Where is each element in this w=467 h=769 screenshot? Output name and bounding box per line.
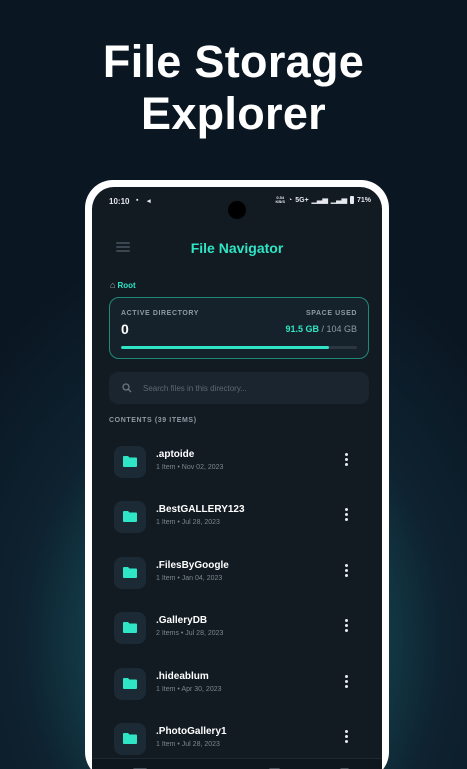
folder-icon: [114, 557, 146, 589]
more-vert-icon[interactable]: [342, 564, 350, 580]
item-name: .PhotoGallery1: [156, 726, 227, 737]
list-item[interactable]: .aptoide 1 Item • Nov 02, 2023: [92, 437, 382, 487]
notification-icon: ▪: [136, 197, 139, 204]
breadcrumb[interactable]: ⌂ Root: [110, 280, 136, 290]
more-vert-icon[interactable]: [342, 453, 350, 469]
folder-icon: [114, 446, 146, 478]
item-name: .GalleryDB: [156, 615, 208, 626]
app-screen: 10:10 ▪ ◂ 0.54 KB/S ◔ 5G+ ▁▃▅ ▁▃▅ 71% Fil…: [92, 187, 382, 769]
storage-progress-fill: [121, 346, 329, 349]
more-vert-icon[interactable]: [342, 730, 350, 746]
folder-icon: [114, 612, 146, 644]
status-time: 10:10: [109, 197, 130, 206]
contents-label: CONTENTS (39 ITEMS): [109, 417, 197, 424]
list-item[interactable]: .FilesByGoogle 1 Item • Jan 04, 2023: [92, 548, 382, 598]
list-item[interactable]: .PhotoGallery1 1 Item • Jul 28, 2023: [92, 714, 382, 764]
headline-line-1: File Storage: [102, 36, 365, 87]
list-item[interactable]: .BestGALLERY123 1 Item • Jul 28, 2023: [92, 492, 382, 542]
space-used-amount: 91.5 GB: [285, 324, 319, 334]
notification-icon-2: ◂: [147, 198, 151, 205]
more-vert-icon[interactable]: [342, 508, 350, 524]
item-name: .hideablum: [156, 671, 209, 682]
search-bar[interactable]: [109, 372, 369, 404]
app-bar: File Navigator: [92, 237, 382, 263]
item-name: .BestGALLERY123: [156, 504, 245, 515]
breadcrumb-root: Root: [117, 280, 136, 290]
headline-line-2: Explorer: [141, 88, 326, 139]
promo-headline: File Storage Explorer: [0, 36, 467, 140]
search-input[interactable]: [143, 380, 353, 396]
item-meta: 1 Item • Jul 28, 2023: [156, 741, 220, 748]
folder-icon: [114, 723, 146, 755]
phone-frame: 10:10 ▪ ◂ 0.54 KB/S ◔ 5G+ ▁▃▅ ▁▃▅ 71% Fil…: [85, 180, 389, 769]
folder-icon: [114, 501, 146, 533]
storage-progress-bar: [121, 346, 357, 349]
signal-icon-2: ▁▃▅: [330, 197, 347, 204]
space-used-label: SPACE USED: [306, 310, 357, 317]
battery-icon: [349, 196, 354, 204]
space-total: / 104 GB: [318, 324, 357, 334]
item-name: .FilesByGoogle: [156, 560, 229, 571]
active-directory-value: 0: [121, 321, 129, 337]
status-icons: 0.54 KB/S ◔ 5G+ ▁▃▅ ▁▃▅ 71%: [275, 196, 371, 204]
camera-cutout: [228, 201, 246, 219]
item-meta: 1 Item • Jul 28, 2023: [156, 519, 220, 526]
battery-level: 71%: [356, 196, 371, 204]
network-type: 5G+: [295, 196, 309, 204]
hotspot-icon: ◔: [288, 196, 293, 204]
item-meta: 1 Item • Apr 30, 2023: [156, 686, 222, 693]
list-item[interactable]: .hideablum 1 Item • Apr 30, 2023: [92, 659, 382, 709]
bottom-navigation: [92, 758, 382, 769]
more-vert-icon[interactable]: [342, 675, 350, 691]
more-vert-icon[interactable]: [342, 619, 350, 635]
item-meta: 2 Items • Jul 28, 2023: [156, 630, 224, 637]
signal-icon: ▁▃▅: [311, 197, 328, 204]
home-icon: ⌂: [110, 280, 116, 290]
app-title: File Navigator: [190, 240, 284, 256]
folder-icon: [114, 668, 146, 700]
search-icon: [122, 383, 132, 393]
item-meta: 1 Item • Jan 04, 2023: [156, 575, 223, 582]
item-meta: 1 Item • Nov 02, 2023: [156, 464, 224, 471]
item-name: .aptoide: [156, 449, 195, 460]
status-bar: 10:10 ▪ ◂ 0.54 KB/S ◔ 5G+ ▁▃▅ ▁▃▅ 71%: [92, 187, 382, 219]
active-directory-label: ACTIVE DIRECTORY: [121, 310, 200, 317]
directory-card: ACTIVE DIRECTORY SPACE USED 0 91.5 GB / …: [109, 297, 369, 359]
list-item[interactable]: .GalleryDB 2 Items • Jul 28, 2023: [92, 603, 382, 653]
space-used-value: 91.5 GB / 104 GB: [285, 324, 357, 334]
network-speed: 0.54 KB/S: [275, 195, 285, 204]
